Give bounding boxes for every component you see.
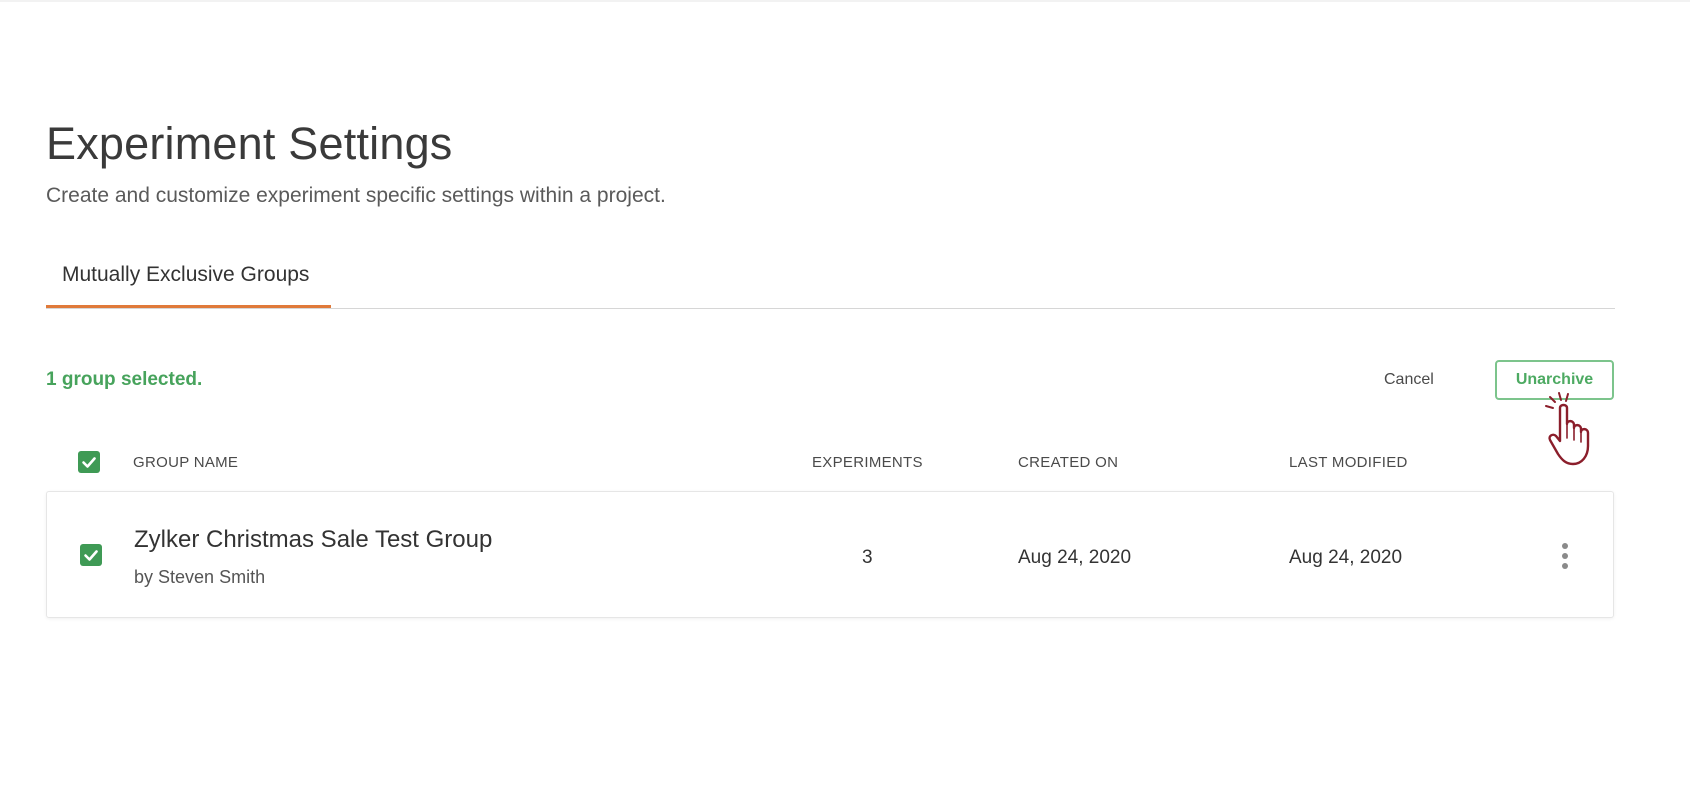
selection-status: 1 group selected. bbox=[46, 369, 203, 390]
created-on-value: Aug 24, 2020 bbox=[1018, 547, 1132, 568]
author-prefix: by bbox=[134, 567, 154, 587]
settings-tabs: Mutually Exclusive Groups bbox=[46, 254, 1615, 309]
unarchive-button[interactable]: Unarchive bbox=[1495, 360, 1614, 400]
header-last-modified: LAST MODIFIED bbox=[1289, 454, 1408, 471]
tab-label: Mutually Exclusive Groups bbox=[62, 263, 310, 286]
group-author: by Steven Smith bbox=[134, 567, 265, 588]
cancel-button[interactable]: Cancel bbox=[1372, 366, 1446, 394]
page-title: Experiment Settings bbox=[46, 118, 453, 169]
experiment-settings-page: Experiment Settings Create and customize… bbox=[0, 0, 1690, 812]
header-created-on: CREATED ON bbox=[1018, 454, 1119, 471]
checkbox-checked-icon bbox=[82, 457, 96, 468]
last-modified-value: Aug 24, 2020 bbox=[1289, 547, 1403, 568]
experiments-count: 3 bbox=[862, 547, 873, 568]
tab-mutually-exclusive-groups[interactable]: Mutually Exclusive Groups bbox=[46, 254, 331, 308]
hand-pointer-cursor-icon bbox=[1545, 392, 1590, 466]
table-row[interactable]: Zylker Christmas Sale Test Group by Stev… bbox=[46, 491, 1614, 618]
author-name: Steven Smith bbox=[158, 567, 266, 587]
checkbox-checked-icon bbox=[84, 550, 98, 561]
select-all-checkbox[interactable] bbox=[78, 451, 100, 473]
top-border bbox=[0, 0, 1690, 2]
page-subtitle: Create and customize experiment specific… bbox=[46, 184, 666, 207]
group-name[interactable]: Zylker Christmas Sale Test Group bbox=[134, 526, 492, 554]
row-checkbox[interactable] bbox=[80, 544, 102, 566]
header-experiments: EXPERIMENTS bbox=[812, 454, 923, 471]
row-more-button[interactable] bbox=[1557, 542, 1573, 570]
header-group-name: GROUP NAME bbox=[133, 454, 239, 471]
